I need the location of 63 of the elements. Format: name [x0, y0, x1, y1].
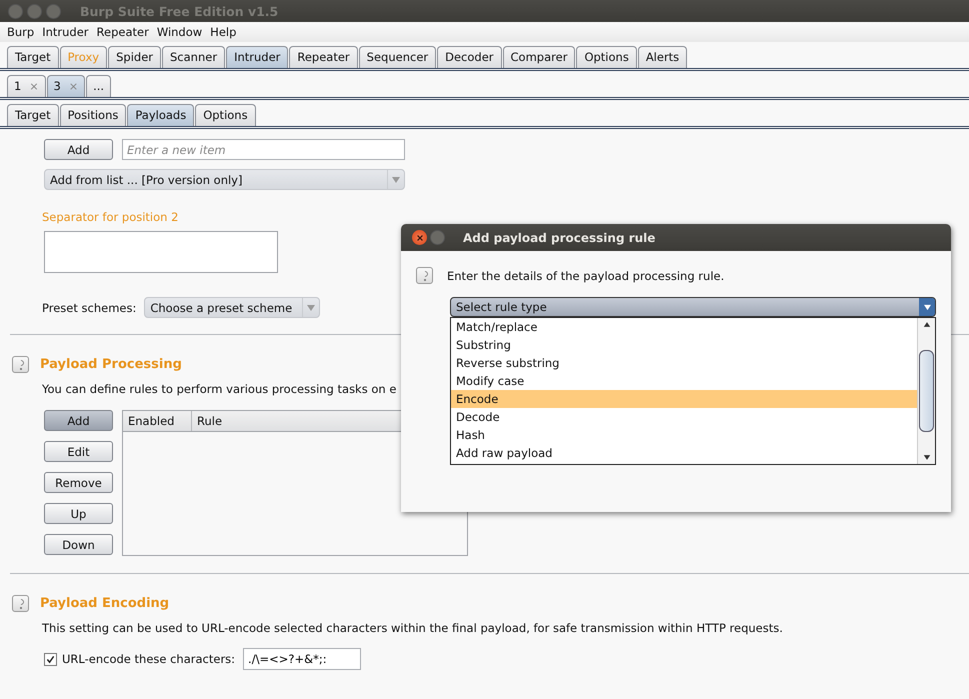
rule-button[interactable]: Remove [44, 472, 113, 493]
scrollbar[interactable] [917, 318, 935, 464]
tab[interactable]: Spider [108, 46, 161, 68]
rule-button[interactable]: Down [44, 534, 113, 555]
dropdown-option[interactable]: Modify case [451, 372, 917, 390]
tab[interactable]: Alerts [638, 46, 688, 68]
menu-item[interactable]: Repeater [92, 25, 153, 39]
tab[interactable]: Payloads [127, 104, 194, 126]
section-title: Payload Encoding [40, 596, 170, 611]
add-button[interactable]: Add [44, 139, 113, 160]
dropdown-option[interactable]: Add raw payload [451, 444, 917, 462]
window-title: Burp Suite Free Edition v1.5 [80, 4, 278, 18]
column-header[interactable]: Rule [192, 411, 228, 431]
field-label: Preset schemes: [42, 300, 136, 314]
dropdown-option[interactable]: Reverse substring [451, 354, 917, 372]
tab[interactable]: ... [86, 75, 112, 97]
tab[interactable]: 1 × [7, 75, 46, 97]
rule-button[interactable]: Add [44, 410, 113, 431]
tab[interactable]: 3 × [46, 75, 86, 97]
column-header[interactable]: Enabled [123, 411, 192, 431]
dropdown[interactable]: Add from list ... [Pro version only] [44, 169, 405, 190]
dropdown-option[interactable]: Hash [451, 426, 917, 444]
tab[interactable]: Repeater [289, 46, 358, 68]
dialog-title: Add payload processing rule [463, 230, 656, 244]
input-field[interactable] [44, 231, 278, 273]
tab[interactable]: Options [195, 104, 256, 126]
help-icon[interactable] [416, 267, 433, 284]
tab[interactable]: Target [7, 104, 59, 126]
minimize-icon[interactable] [27, 4, 42, 18]
close-icon[interactable] [412, 230, 427, 245]
help-icon[interactable] [12, 595, 29, 612]
tab[interactable]: Intruder [226, 46, 288, 68]
tab[interactable]: Positions [60, 104, 126, 126]
dropdown-option[interactable]: Encode [451, 390, 917, 408]
menu-item[interactable]: Help [206, 25, 240, 39]
dropdown[interactable]: Select rule type [450, 297, 936, 317]
field-label: Separator for position 2 [42, 210, 180, 224]
tab[interactable]: Scanner [162, 46, 226, 68]
dropdown[interactable]: Choose a preset scheme [144, 297, 320, 318]
scroll-up-icon[interactable] [922, 321, 930, 328]
tab[interactable]: Target [7, 46, 59, 68]
tab[interactable]: Sequencer [358, 46, 436, 68]
rule-button[interactable]: Edit [44, 441, 113, 462]
section-description: This setting can be used to URL-encode selected characters within the final payload, for safe transmission within HTTP requests. [42, 621, 784, 635]
maximize-icon[interactable] [46, 4, 61, 18]
input-field[interactable]: ./\=<>?+&*;: [243, 648, 362, 670]
checkbox-label: URL-encode these characters: [62, 652, 236, 666]
rule-button[interactable]: Up [44, 503, 113, 524]
section-title: Payload Processing [40, 357, 182, 372]
menu-item[interactable]: Intruder [38, 25, 93, 39]
menu-item[interactable]: Burp [3, 25, 38, 39]
tab[interactable]: Decoder [437, 46, 502, 68]
scroll-down-icon[interactable] [922, 454, 930, 461]
tab[interactable]: Comparer [502, 46, 576, 68]
checkbox[interactable] [44, 652, 57, 666]
dropdown-option[interactable]: Match/replace [451, 318, 917, 336]
dropdown-option[interactable]: Decode [451, 408, 917, 426]
help-icon[interactable] [12, 356, 29, 373]
menu-item[interactable]: Window [152, 25, 206, 39]
tab[interactable]: Options [576, 46, 637, 68]
dialog-instruction: Enter the details of the payload processing rule. [447, 268, 724, 282]
dropdown-option[interactable]: Substring [451, 336, 917, 354]
input-field[interactable]: Enter a new item [122, 139, 405, 160]
